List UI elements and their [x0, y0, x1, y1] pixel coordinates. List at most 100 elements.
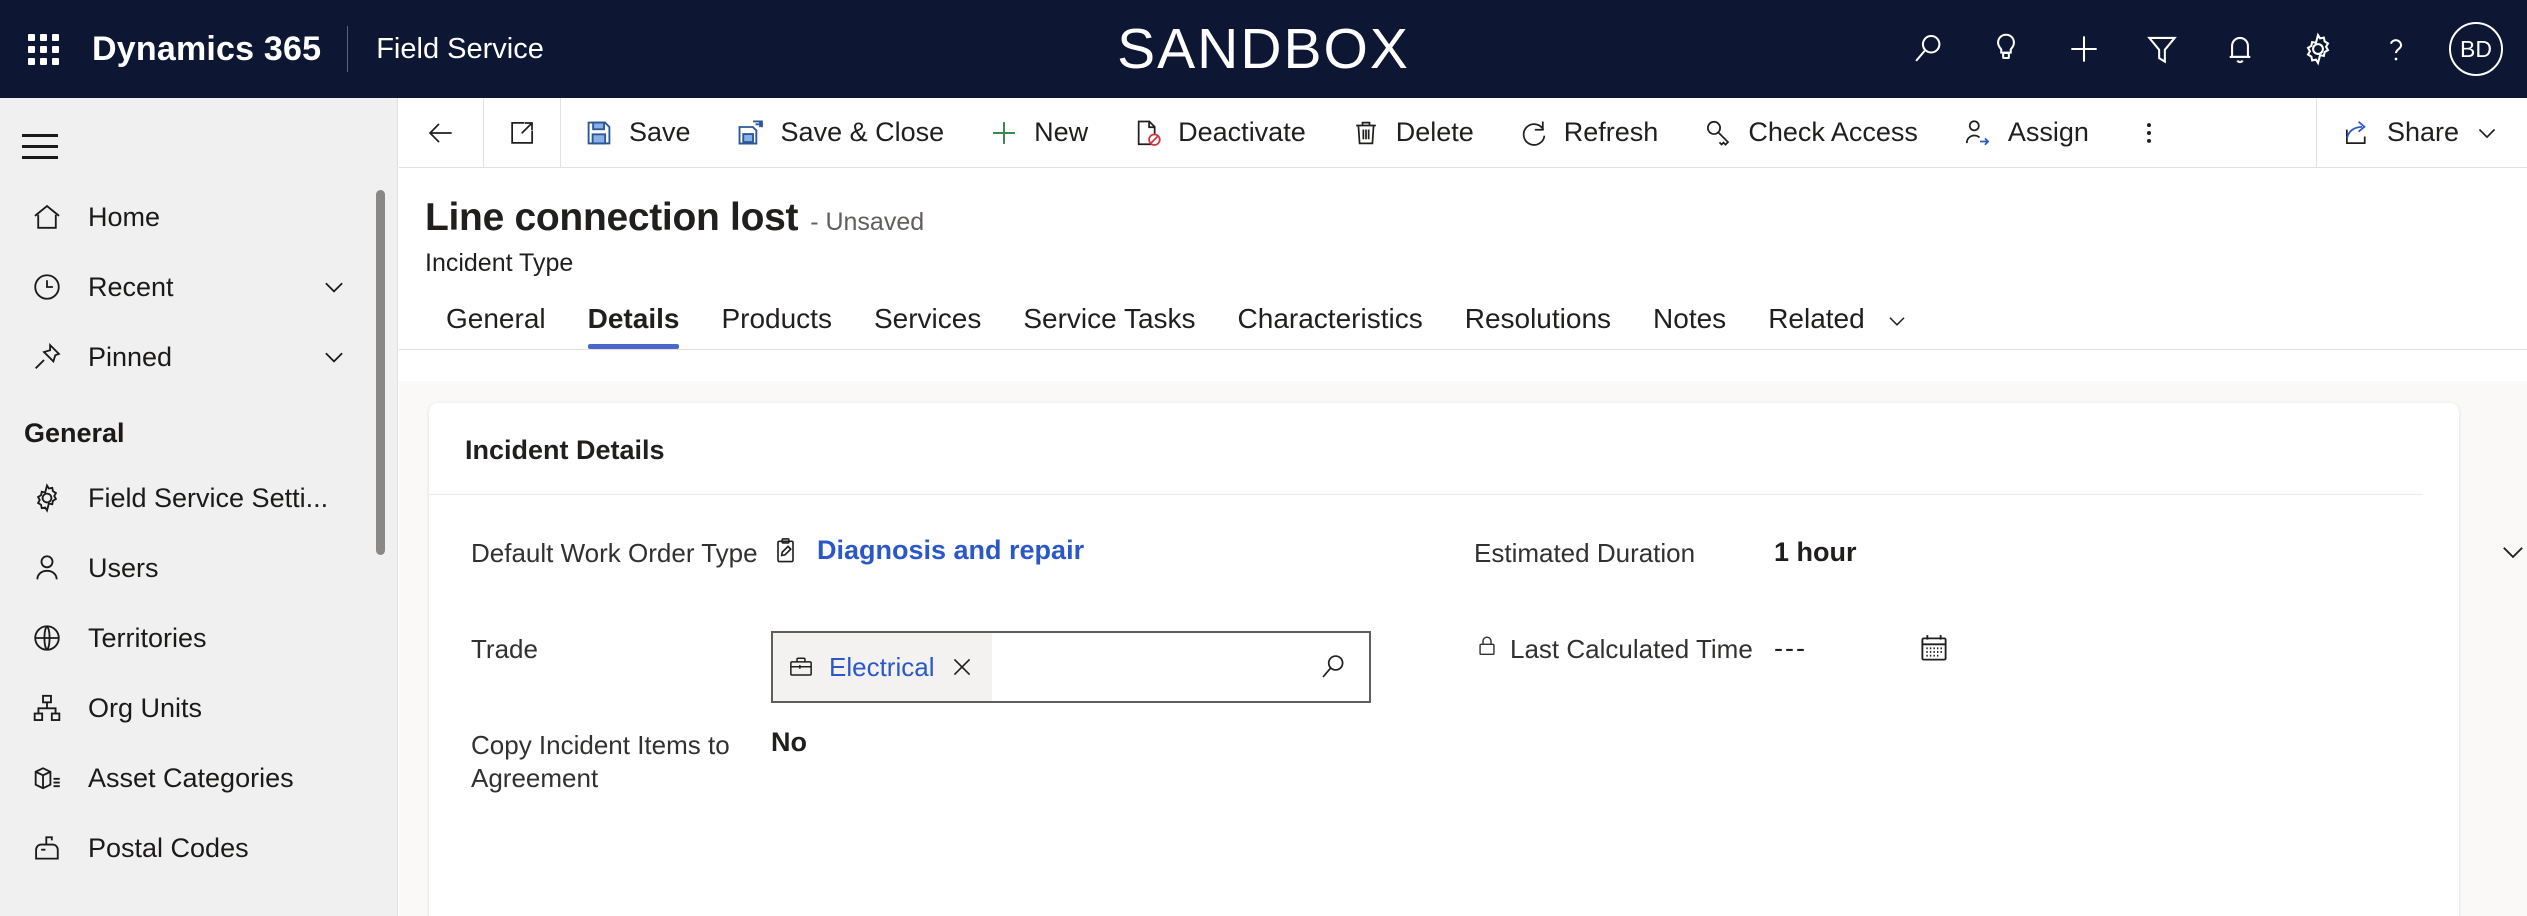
pin-icon [24, 340, 70, 374]
tab-service-tasks[interactable]: Service Tasks [1002, 303, 1216, 349]
share-button[interactable]: Share [2317, 117, 2527, 149]
sidebar-item-label: Pinned [88, 341, 173, 372]
field-copy-incident-items-to-agreement: Copy Incident Items to Agreement No [471, 723, 1444, 819]
assign-person-icon [1962, 117, 1994, 149]
trade-selected-chip[interactable]: Electrical [773, 633, 993, 701]
sidebar-item-pinned[interactable]: Pinned [0, 322, 397, 392]
field-label: Trade [471, 634, 538, 664]
chevron-down-icon[interactable] [2473, 119, 2501, 147]
tab-resolutions[interactable]: Resolutions [1444, 303, 1632, 349]
share-icon [2341, 117, 2373, 149]
estimated-duration-control[interactable]: 1 hour [1774, 535, 2527, 569]
popout-icon [506, 117, 538, 149]
bell-icon[interactable] [2210, 19, 2270, 79]
lock-icon [1474, 633, 1500, 659]
assign-button[interactable]: Assign [1940, 98, 2111, 168]
app-name-label[interactable]: Field Service [348, 33, 544, 66]
share-button-label: Share [2386, 117, 2459, 147]
tab-label: Details [587, 303, 680, 334]
sidebar-item-users[interactable]: Users [0, 533, 397, 603]
chevron-down-icon[interactable] [2496, 535, 2527, 569]
tab-characteristics[interactable]: Characteristics [1217, 303, 1444, 349]
field-label: Copy Incident Items to Agreement [471, 730, 730, 794]
tab-services[interactable]: Services [853, 303, 1002, 349]
lightbulb-icon[interactable] [1976, 19, 2036, 79]
globe-icon [24, 621, 70, 655]
more-commands-button[interactable] [2111, 98, 2187, 168]
tab-notes[interactable]: Notes [1632, 303, 1747, 349]
clock-icon [24, 270, 70, 304]
search-icon[interactable] [1898, 19, 1958, 79]
sidebar-item-field-service-settings[interactable]: Field Service Setti... [0, 463, 397, 533]
chevron-down-icon[interactable] [1884, 308, 1910, 334]
work-order-type-lookup-link[interactable]: Diagnosis and repair [771, 535, 1444, 566]
new-button[interactable]: New [966, 98, 1110, 168]
plus-icon[interactable] [2054, 19, 2114, 79]
delete-button-label: Delete [1395, 117, 1474, 147]
tab-details[interactable]: Details [567, 303, 701, 349]
hamburger-menu-icon[interactable] [22, 126, 66, 166]
sidebar-item-asset-categories[interactable]: Asset Categories [0, 743, 397, 813]
tab-general[interactable]: General [425, 303, 567, 349]
check-access-button[interactable]: Check Access [1680, 98, 1940, 168]
sidebar-item-territories[interactable]: Territories [0, 603, 397, 673]
estimated-duration-value: 1 hour [1774, 536, 1857, 567]
avatar[interactable]: BD [2449, 22, 2503, 76]
new-button-label: New [1034, 117, 1089, 147]
question-icon[interactable] [2366, 19, 2426, 79]
asset-box-icon [24, 761, 70, 795]
save-and-close-button[interactable]: Save & Close [713, 98, 967, 168]
delete-button[interactable]: Delete [1328, 98, 1496, 168]
trade-lookup-search-icon[interactable] [1317, 651, 1369, 683]
sidebar-item-label: Postal Codes [88, 832, 249, 863]
brand-label[interactable]: Dynamics 365 [86, 30, 347, 69]
tab-label: Resolutions [1464, 303, 1612, 334]
field-value[interactable]: No [771, 723, 1444, 758]
filter-icon[interactable] [2132, 19, 2192, 79]
tab-related[interactable]: Related [1747, 303, 1931, 349]
trade-chip-label: Electrical [829, 651, 935, 682]
field-label: Default Work Order Type [471, 538, 758, 568]
save-button[interactable]: Save [561, 98, 713, 168]
open-in-new-window-button[interactable] [484, 98, 560, 168]
tab-products[interactable]: Products [700, 303, 853, 349]
trade-lookup-input[interactable]: Electrical [771, 631, 1371, 703]
org-chart-icon [24, 691, 70, 725]
sidebar-item-label: Asset Categories [88, 762, 294, 793]
chevron-down-icon[interactable] [319, 342, 349, 372]
tab-label: Service Tasks [1023, 303, 1196, 334]
field-value: --- [1774, 627, 2527, 665]
arrow-left-icon [425, 117, 457, 149]
sidebar-item-org-units[interactable]: Org Units [0, 673, 397, 743]
field-label: Estimated Duration [1474, 538, 1696, 568]
clipboard-pencil-icon [771, 536, 801, 566]
record-status: - Unsaved [810, 208, 925, 236]
gear-icon[interactable] [2288, 19, 2348, 79]
top-navigation-bar: Dynamics 365 Field Service SANDBOX BD [0, 0, 2527, 98]
deactivate-button-label: Deactivate [1178, 117, 1306, 147]
calendar-icon[interactable] [1917, 631, 1951, 665]
refresh-button-label: Refresh [1563, 117, 1659, 147]
refresh-button[interactable]: Refresh [1496, 98, 1681, 168]
key-icon [1702, 117, 1734, 149]
sidebar-scrollbar-thumb[interactable] [376, 190, 385, 555]
deactivate-button[interactable]: Deactivate [1110, 98, 1328, 168]
app-launcher-icon[interactable] [22, 28, 64, 70]
section-title: Incident Details [429, 403, 2423, 495]
field-value: 1 hour [1774, 531, 2527, 569]
chevron-down-icon[interactable] [319, 272, 349, 302]
home-icon [24, 200, 70, 234]
sidebar-item-recent[interactable]: Recent [0, 252, 397, 322]
gear-icon [24, 481, 70, 515]
back-button[interactable] [399, 98, 483, 168]
field-value: Diagnosis and repair [771, 531, 1444, 566]
remove-trade-icon[interactable] [948, 653, 976, 681]
sidebar-item-home[interactable]: Home [0, 182, 397, 252]
work-order-type-value: Diagnosis and repair [817, 535, 1085, 565]
command-bar: Save Save & Close New Deactivate Delete … [399, 97, 2527, 168]
record-header: Line connection lost - Unsaved Incident … [399, 168, 2527, 278]
mailbox-icon [24, 831, 70, 865]
save-close-icon [735, 117, 767, 149]
deactivate-icon [1132, 117, 1164, 149]
sidebar-item-postal-codes[interactable]: Postal Codes [0, 813, 397, 883]
